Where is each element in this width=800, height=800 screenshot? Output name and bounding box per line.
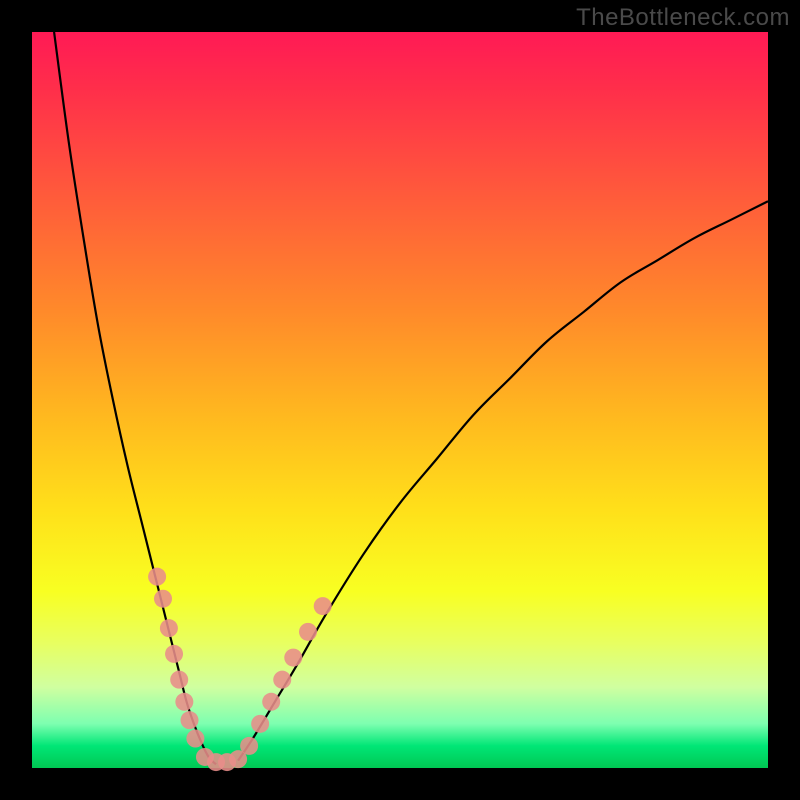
- data-marker: [284, 649, 302, 667]
- data-marker: [251, 715, 269, 733]
- data-marker: [273, 671, 291, 689]
- watermark-text: TheBottleneck.com: [576, 4, 790, 32]
- data-marker: [240, 737, 258, 755]
- marker-group: [148, 568, 332, 771]
- data-marker: [314, 597, 332, 615]
- data-marker: [181, 711, 199, 729]
- data-marker: [148, 568, 166, 586]
- curve-right: [238, 201, 768, 760]
- bottleneck-curve-plot: [32, 32, 768, 768]
- data-marker: [299, 623, 317, 641]
- data-marker: [160, 619, 178, 637]
- data-marker: [170, 671, 188, 689]
- chart-area: [32, 32, 768, 768]
- data-marker: [186, 730, 204, 748]
- data-marker: [154, 590, 172, 608]
- curve-left: [54, 32, 216, 764]
- data-marker: [262, 693, 280, 711]
- data-marker: [165, 645, 183, 663]
- data-marker: [175, 693, 193, 711]
